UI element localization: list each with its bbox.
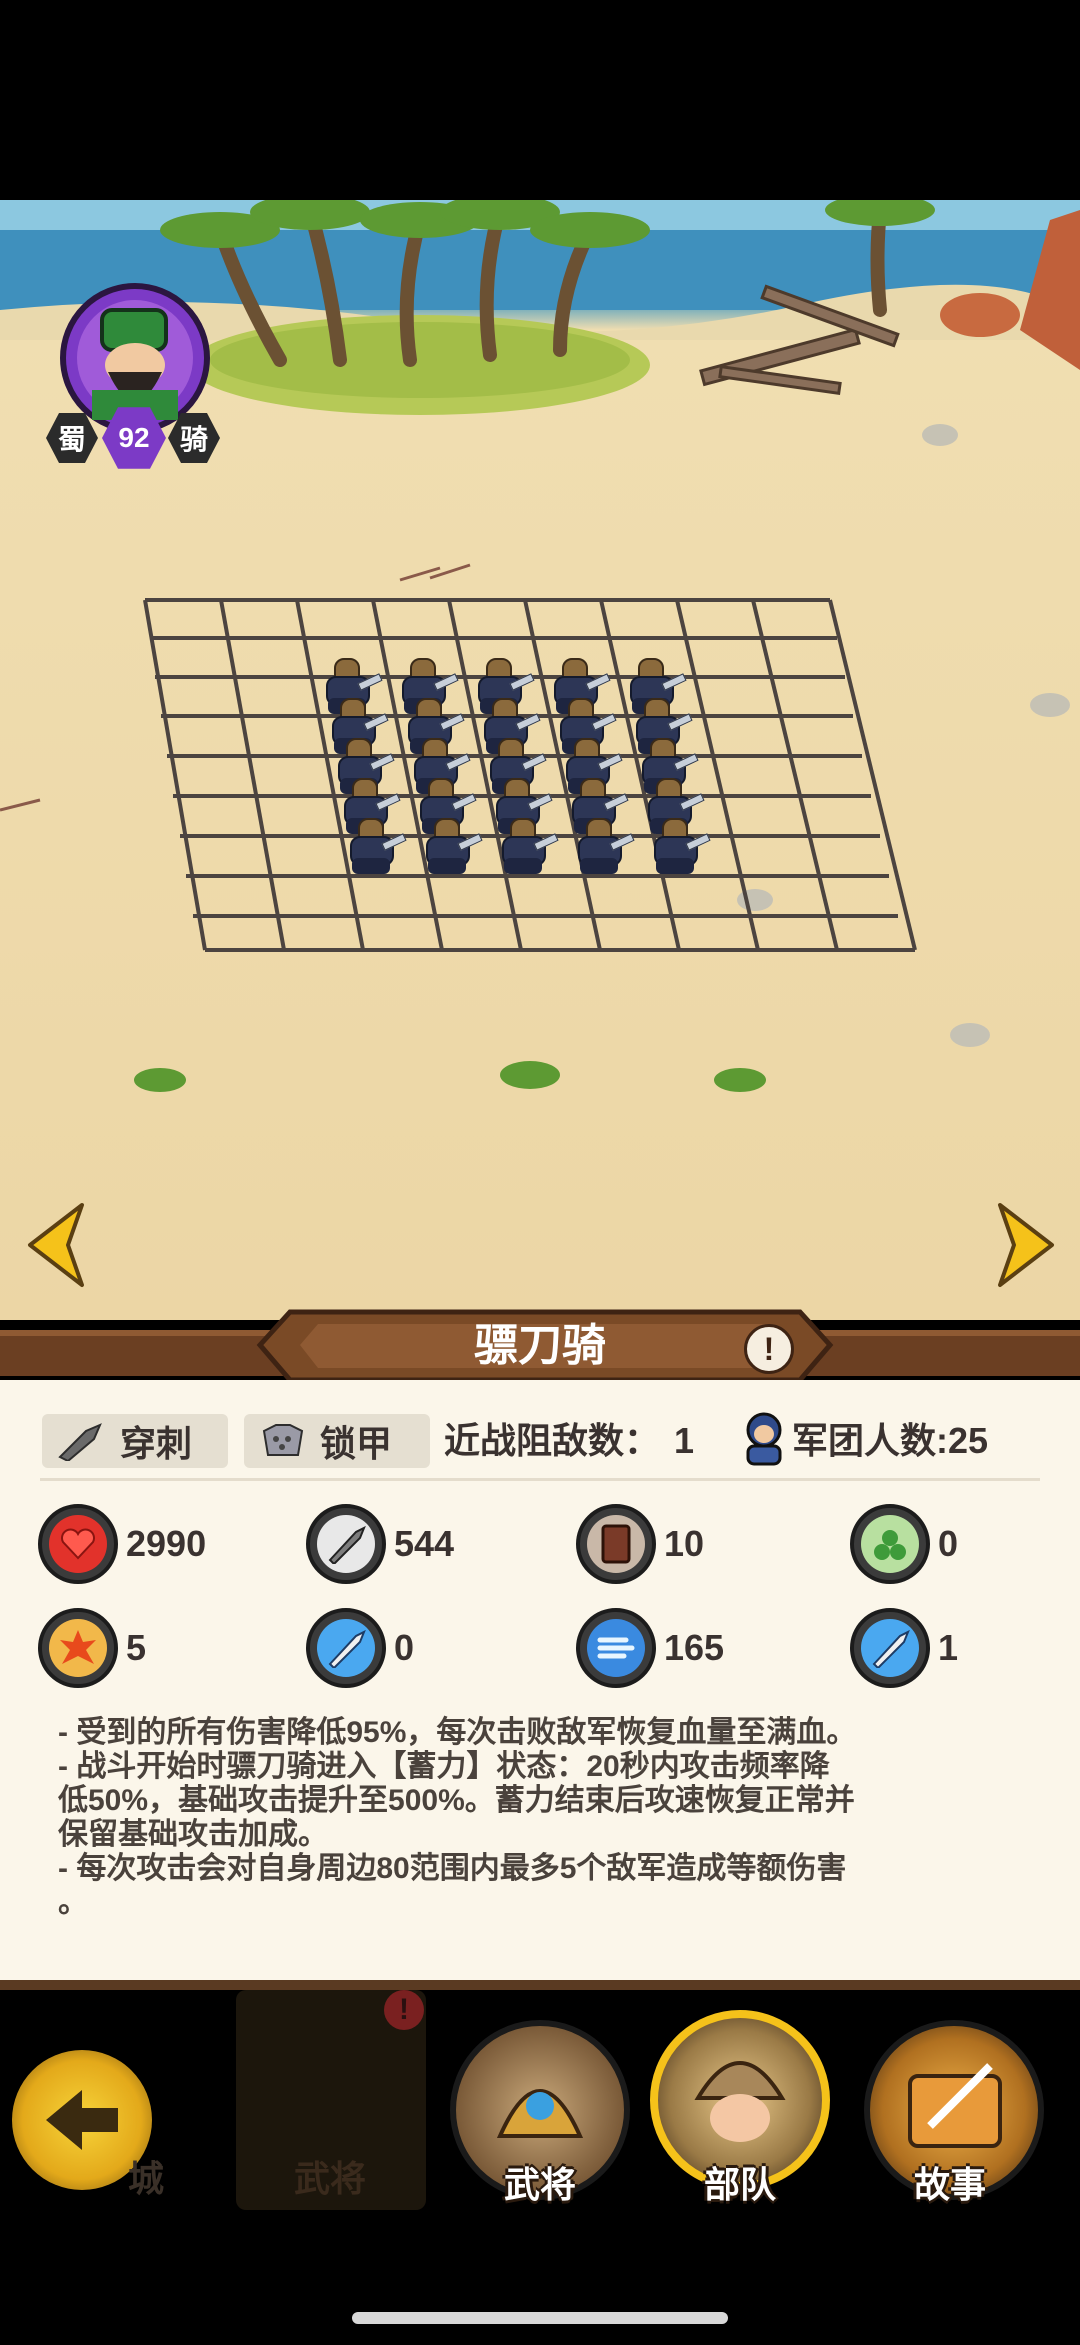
bottom-nav: 城 ! 武将 武将 部队 故事 bbox=[0, 1990, 1080, 2230]
attack-value: 544 bbox=[394, 1523, 455, 1564]
shield-icon bbox=[576, 1504, 656, 1584]
stat-move: 165 bbox=[576, 1608, 724, 1688]
cavalry-unit bbox=[570, 818, 635, 876]
magic-resist-value: 0 bbox=[938, 1523, 959, 1564]
blade-blue-icon bbox=[306, 1608, 386, 1688]
hero-badge[interactable]: 蜀 92 骑 bbox=[40, 280, 230, 470]
home-indicator[interactable] bbox=[352, 2312, 728, 2324]
stat-range: 1 bbox=[850, 1608, 958, 1688]
armor-value: 10 bbox=[664, 1523, 705, 1564]
attack-type-tag: 穿刺 bbox=[42, 1414, 228, 1468]
attack-type-label: 穿刺 bbox=[120, 1423, 193, 1464]
blade-range-icon bbox=[850, 1608, 930, 1688]
speed-value: 0 bbox=[394, 1627, 415, 1668]
melee-block-label: 近战阻敌数： bbox=[444, 1420, 661, 1461]
explosion-icon bbox=[38, 1608, 118, 1688]
armor-type-label: 锁甲 bbox=[320, 1423, 393, 1464]
unit-name: 骠刀骑 bbox=[474, 1321, 606, 1370]
nav-generals-label: 武将 bbox=[503, 2164, 576, 2205]
heart-icon bbox=[38, 1504, 118, 1584]
armor-type-tag: 锁甲 bbox=[244, 1414, 430, 1468]
description-line: 。 bbox=[58, 1886, 88, 1919]
soldier-icon bbox=[746, 1412, 782, 1466]
nav-story-label: 故事 bbox=[913, 2164, 986, 2205]
description-line: - 战斗开始时骠刀骑进入【蓄力】状态：20秒内攻击频率降 bbox=[58, 1750, 830, 1783]
unit-name-banner: 骠刀骑 ! bbox=[0, 1300, 1080, 1390]
nav-troops-label: 部队 bbox=[703, 2164, 776, 2205]
cavalry-unit bbox=[646, 818, 711, 876]
stat-crit: 5 bbox=[38, 1608, 146, 1688]
stat-speed: 0 bbox=[306, 1608, 414, 1688]
prev-unit-arrow-icon[interactable] bbox=[22, 1200, 92, 1290]
description-line: 低50%，基础攻击提升至500%。蓄力结束后攻速恢复正常并 bbox=[58, 1784, 855, 1817]
chainmail-icon bbox=[262, 1424, 304, 1456]
move-value: 165 bbox=[664, 1627, 725, 1668]
melee-block-value: 1 bbox=[674, 1420, 695, 1461]
nav-generals-faded-label: 武将 bbox=[293, 2158, 366, 2199]
stat-magic-resist: 0 bbox=[850, 1504, 958, 1584]
alert-badge-icon: ! bbox=[384, 1990, 424, 2030]
faction-label: 蜀 bbox=[57, 424, 86, 455]
description-line: 保留基础攻击加成。 bbox=[58, 1818, 328, 1851]
legion-count: 军团人数:25 bbox=[792, 1420, 989, 1461]
cavalry-unit bbox=[418, 818, 483, 876]
melee-block: 近战阻敌数： 1 bbox=[444, 1414, 694, 1468]
wind-icon bbox=[576, 1608, 656, 1688]
type-label: 骑 bbox=[179, 424, 208, 455]
stat-hp: 2990 bbox=[38, 1504, 206, 1584]
description-line: - 受到的所有伤害降低95%，每次击败敌军恢复血量至满血。 bbox=[58, 1716, 857, 1749]
spear-icon bbox=[58, 1423, 102, 1461]
description-line: - 每次攻击会对自身周边80范围内最多5个敌军造成等额伤害 bbox=[58, 1852, 847, 1885]
cavalry-unit bbox=[494, 818, 559, 876]
nav-city-label: 城 bbox=[127, 2158, 164, 2199]
sword-icon bbox=[306, 1504, 386, 1584]
level-label: 92 bbox=[118, 422, 150, 453]
unit-info-panel: 穿刺 锁甲 近战阻敌数： 1 军团人数:25 2990 544 10 0 5 0… bbox=[0, 1380, 1080, 1990]
stat-armor: 10 bbox=[576, 1504, 704, 1584]
stat-attack: 544 bbox=[306, 1504, 454, 1584]
hp-value: 2990 bbox=[126, 1523, 207, 1564]
info-icon[interactable]: ! bbox=[744, 1324, 794, 1374]
skill-description: - 受到的所有伤害降低95%，每次击败敌军恢复血量至满血。 - 战斗开始时骠刀骑… bbox=[58, 1716, 1018, 1920]
resist-icon bbox=[850, 1504, 930, 1584]
next-unit-arrow-icon[interactable] bbox=[990, 1200, 1060, 1290]
range-value: 1 bbox=[938, 1627, 959, 1668]
crit-value: 5 bbox=[126, 1627, 147, 1668]
divider bbox=[40, 1478, 1040, 1481]
cavalry-unit bbox=[342, 818, 407, 876]
